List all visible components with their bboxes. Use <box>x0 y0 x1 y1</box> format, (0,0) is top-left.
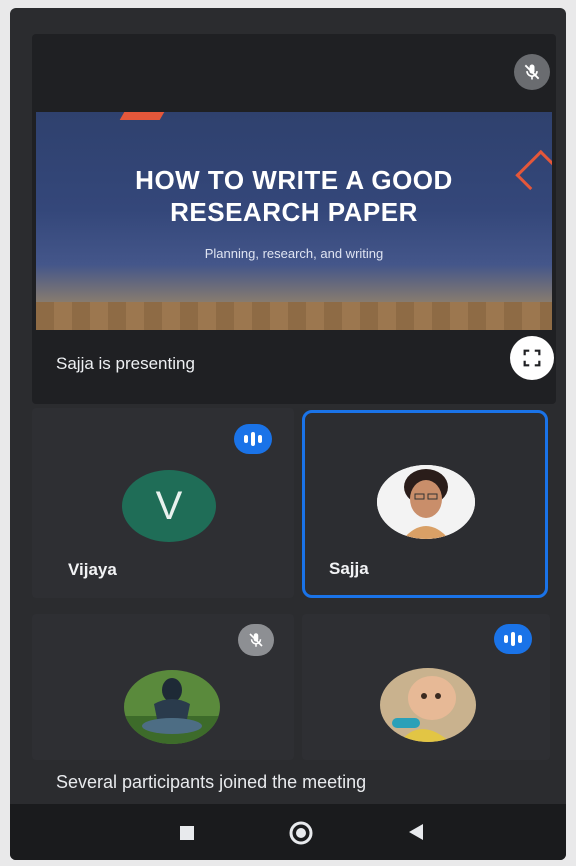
participant-name: Sajja <box>329 559 369 578</box>
slide-floor <box>36 302 552 330</box>
slide-title-line1: HOW TO WRITE A GOOD <box>135 165 453 195</box>
back-button[interactable] <box>406 822 426 847</box>
slide-title-line2: RESEARCH PAPER <box>170 197 418 227</box>
home-button[interactable] <box>288 820 314 851</box>
slide-subtitle: Planning, research, and writing <box>204 246 384 261</box>
android-navbar <box>10 804 566 860</box>
participant-tile[interactable] <box>32 614 294 760</box>
fullscreen-button[interactable] <box>510 336 554 380</box>
avatar <box>377 465 475 539</box>
presenting-label: Sajja is presenting <box>56 354 195 373</box>
participant-name: Vijaya <box>68 560 117 579</box>
avatar: V <box>122 470 216 542</box>
circle-icon <box>289 821 313 845</box>
fullscreen-icon <box>523 349 541 367</box>
participant-tile-vijaya[interactable]: V Vijaya <box>32 408 294 598</box>
audio-level-badge <box>494 624 532 654</box>
participant-tile-sajja[interactable]: Sajja <box>302 410 548 598</box>
avatar <box>124 670 220 744</box>
mic-off-icon <box>249 633 263 647</box>
triangle-icon <box>409 824 423 840</box>
mic-off-icon <box>524 64 540 80</box>
shared-slide: HOW TO WRITE A GOOD RESEARCH PAPER Plann… <box>36 112 552 330</box>
slide-decoration <box>119 112 165 120</box>
meeting-screen: HOW TO WRITE A GOOD RESEARCH PAPER Plann… <box>10 8 566 860</box>
join-notification: Several participants joined the meeting <box>56 772 367 792</box>
presentation-panel[interactable]: HOW TO WRITE A GOOD RESEARCH PAPER Plann… <box>32 34 556 404</box>
muted-badge <box>238 624 274 656</box>
participant-tile[interactable] <box>302 614 550 760</box>
recents-button[interactable] <box>178 824 196 847</box>
slide-title: HOW TO WRITE A GOOD RESEARCH PAPER <box>36 164 552 228</box>
audio-level-badge <box>234 424 272 454</box>
avatar <box>380 668 476 742</box>
presenter-muted-badge <box>514 54 550 90</box>
square-icon <box>180 826 194 840</box>
